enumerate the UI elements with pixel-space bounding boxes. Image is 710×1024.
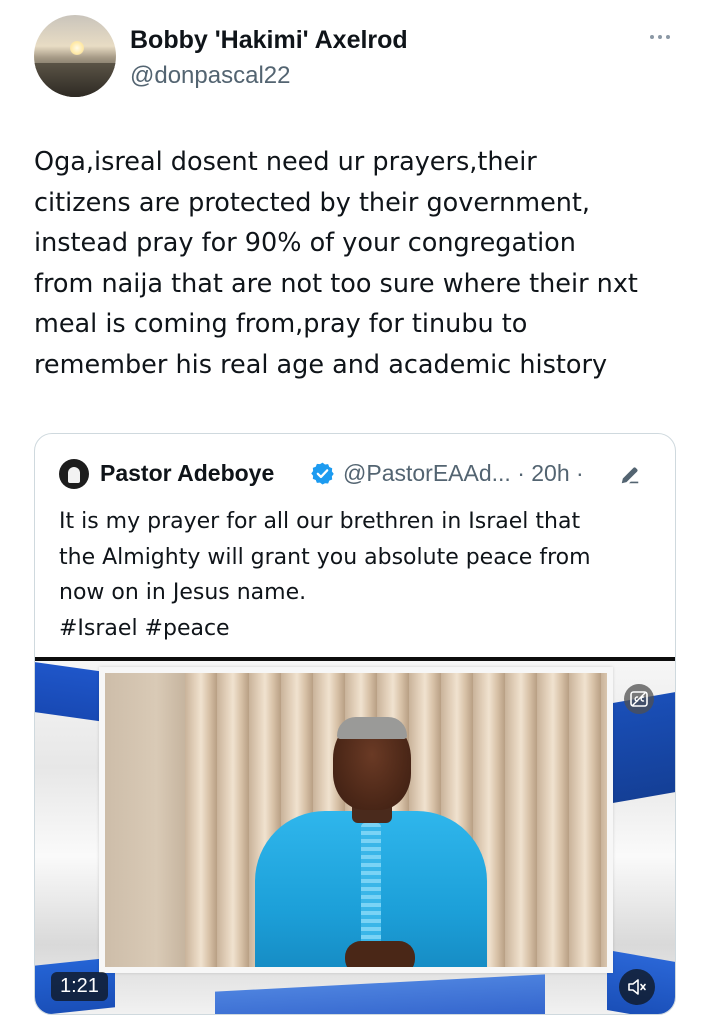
tweet-line: from naija that are not too sure where t… bbox=[34, 268, 638, 299]
video-scene bbox=[105, 673, 607, 967]
quoted-tweet-card[interactable]: Pastor Adeboye @PastorEAAd... · 20h · It… bbox=[34, 433, 676, 1015]
author-avatar[interactable] bbox=[34, 15, 116, 97]
tweet-line: Oga,isreal dosent need ur prayers,their bbox=[34, 147, 537, 177]
more-options-icon[interactable] bbox=[645, 30, 675, 44]
author-name[interactable]: Bobby 'Hakimi' Axelrod bbox=[130, 26, 408, 55]
tweet-page: Bobby 'Hakimi' Axelrod @donpascal22 Oga,… bbox=[0, 0, 710, 1024]
quoted-line: now on in Jesus name. bbox=[59, 580, 307, 605]
speaker-hair bbox=[337, 717, 407, 739]
video-duration: 1:21 bbox=[51, 972, 108, 1001]
avatar-ground bbox=[34, 63, 116, 97]
video-player[interactable]: 1:21 bbox=[35, 657, 675, 1014]
quoted-tweet-text: It is my prayer for all our brethren in … bbox=[59, 504, 659, 646]
quoted-author-name[interactable]: Pastor Adeboye bbox=[100, 460, 274, 487]
volume-muted-icon[interactable] bbox=[619, 969, 655, 1005]
quoted-line: the Almighty will grant you absolute pea… bbox=[59, 544, 591, 570]
video-frame bbox=[99, 667, 613, 973]
edit-pencil-icon bbox=[621, 467, 639, 484]
tweet-line: remember his real age and academic histo… bbox=[34, 349, 608, 380]
avatar-sun bbox=[70, 41, 84, 55]
speaker-hands bbox=[345, 941, 415, 967]
quoted-line: It is my prayer for all our brethren in … bbox=[59, 509, 581, 534]
tweet-text: Oga,isreal dosent need ur prayers,their … bbox=[34, 142, 694, 386]
quoted-author-avatar[interactable] bbox=[59, 459, 89, 489]
speaker-shirt-trim bbox=[361, 823, 381, 953]
quoted-hashtags[interactable]: #Israel #peace bbox=[59, 611, 659, 647]
quoted-handle-time[interactable]: @PastorEAAd... · 20h · bbox=[343, 460, 584, 487]
tweet-line: citizens are protected by their governme… bbox=[34, 187, 591, 218]
verified-badge-icon bbox=[311, 462, 334, 485]
tweet-line: instead pray for 90% of your congregatio… bbox=[34, 228, 576, 259]
author-handle[interactable]: @donpascal22 bbox=[130, 62, 290, 90]
scene-wall bbox=[105, 673, 191, 967]
closed-captions-icon[interactable] bbox=[624, 684, 654, 714]
tweet-line: meal is coming from,pray for tinubu to bbox=[34, 309, 528, 340]
